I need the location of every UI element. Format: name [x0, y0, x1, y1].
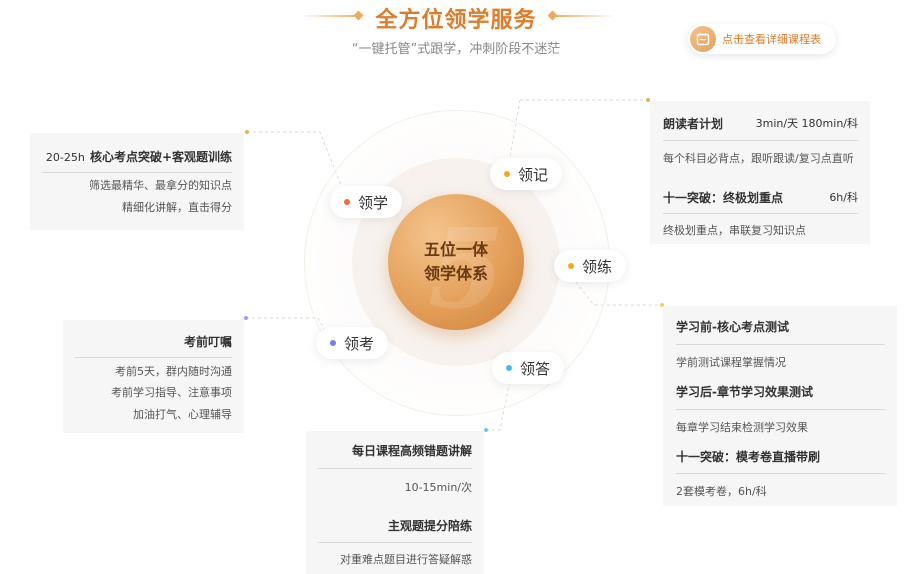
card-lingji-meta1: 3min/天 180min/科 [755, 117, 858, 130]
card-lingda-divider1 [318, 468, 472, 469]
dot-blue-icon [506, 365, 512, 371]
card-lingji-meta2: 6h/科 [829, 191, 858, 204]
pill-lingkao[interactable]: 领考 [316, 327, 389, 359]
pill-lingda[interactable]: 领答 [492, 352, 565, 384]
pill-linglian-label: 领练 [582, 257, 613, 276]
card-linglian-divider1 [676, 344, 885, 345]
pill-lingji-label: 领记 [518, 165, 549, 184]
card-lingji: 朗读者计划 3min/天 180min/科 每个科目必背点，跟听跟读/复习点直听… [650, 101, 870, 244]
card-lingkao-title: 考前叮嘱 [183, 335, 232, 349]
card-linglian-text2: 每章学习结束检测学习效果 [676, 421, 808, 434]
card-lingda-title1: 每日课程高频错题讲解 [351, 444, 472, 458]
pill-lingxue-label: 领学 [358, 193, 389, 212]
core-circle: 5 五位一体 领学体系 [388, 194, 524, 333]
card-lingkao-line3: 加油打气、心理辅导 [133, 408, 232, 421]
card-lingda-divider2 [318, 542, 472, 543]
card-lingda-meta1: 10-15min/次 [404, 481, 472, 494]
card-lingji-divider1 [663, 140, 858, 141]
card-linglian: 学习前-核心考点测试 学前测试课程掌握情况 学习后-章节学习效果测试 每章学习结… [663, 306, 897, 506]
pill-lingkao-label: 领考 [344, 334, 375, 353]
card-linglian-divider2 [676, 409, 885, 410]
card-lingxue-heading: 20-25h 核心考点突破+客观题训练 [46, 146, 232, 165]
card-lingxue-divider [42, 172, 232, 173]
card-linglian-title2: 学习后-章节学习效果测试 [676, 385, 813, 399]
core-title-line1: 五位一体 [423, 240, 488, 259]
card-linglian-text3: 2套模考卷，6h/科 [676, 485, 767, 498]
card-lingda: 每日课程高频错题讲解 10-15min/次 主观题提分陪练 对重难点题目进行答疑… [306, 431, 484, 574]
card-lingji-text2: 终极划重点，串联复习知识点 [663, 224, 806, 237]
card-lingda-title2: 主观题提分陪练 [387, 519, 472, 533]
card-lingxue-line1: 筛选最精华、最拿分的知识点 [89, 179, 232, 192]
pill-lingxue[interactable]: 领学 [330, 186, 403, 218]
card-lingkao-line1: 考前5天，群内随时沟通 [115, 365, 232, 378]
card-lingda-text2: 对重难点题目进行答疑解惑 [340, 553, 472, 566]
pill-lingji[interactable]: 领记 [490, 158, 563, 190]
card-lingxue-line2: 精细化讲解，直击得分 [122, 201, 232, 214]
card-lingxue: 20-25h 核心考点突破+客观题训练 筛选最精华、最拿分的知识点 精细化讲解，… [30, 133, 244, 230]
card-lingkao-line2: 考前学习指导、注意事项 [111, 386, 232, 399]
card-lingkao-divider [75, 357, 232, 358]
card-lingji-title1: 朗读者计划 [663, 117, 724, 131]
dot-purple-icon [330, 340, 336, 346]
card-linglian-divider3 [676, 473, 885, 474]
pill-lingda-label: 领答 [520, 359, 551, 378]
card-lingji-title2: 十一突破：终极划重点 [663, 191, 784, 205]
card-lingji-text1: 每个科目必背点，跟听跟读/复习点直听 [663, 152, 854, 165]
card-lingxue-hours: 20-25h [45, 151, 85, 164]
card-linglian-title1: 学习前-核心考点测试 [676, 320, 789, 334]
card-linglian-title3: 十一突破：模考卷直播带刷 [676, 450, 821, 464]
card-lingkao: 考前叮嘱 考前5天，群内随时沟通 考前学习指导、注意事项 加油打气、心理辅导 [63, 320, 244, 433]
dot-orange-icon [568, 263, 574, 269]
pill-linglian[interactable]: 领练 [554, 250, 627, 282]
dot-red-icon [344, 199, 350, 205]
card-lingxue-title: 核心考点突破+客观题训练 [89, 150, 232, 164]
card-lingji-divider2 [663, 213, 858, 214]
core-title-line2: 领学体系 [423, 264, 488, 283]
card-linglian-text1: 学前测试课程掌握情况 [676, 356, 786, 369]
dot-orange-icon [504, 171, 510, 177]
